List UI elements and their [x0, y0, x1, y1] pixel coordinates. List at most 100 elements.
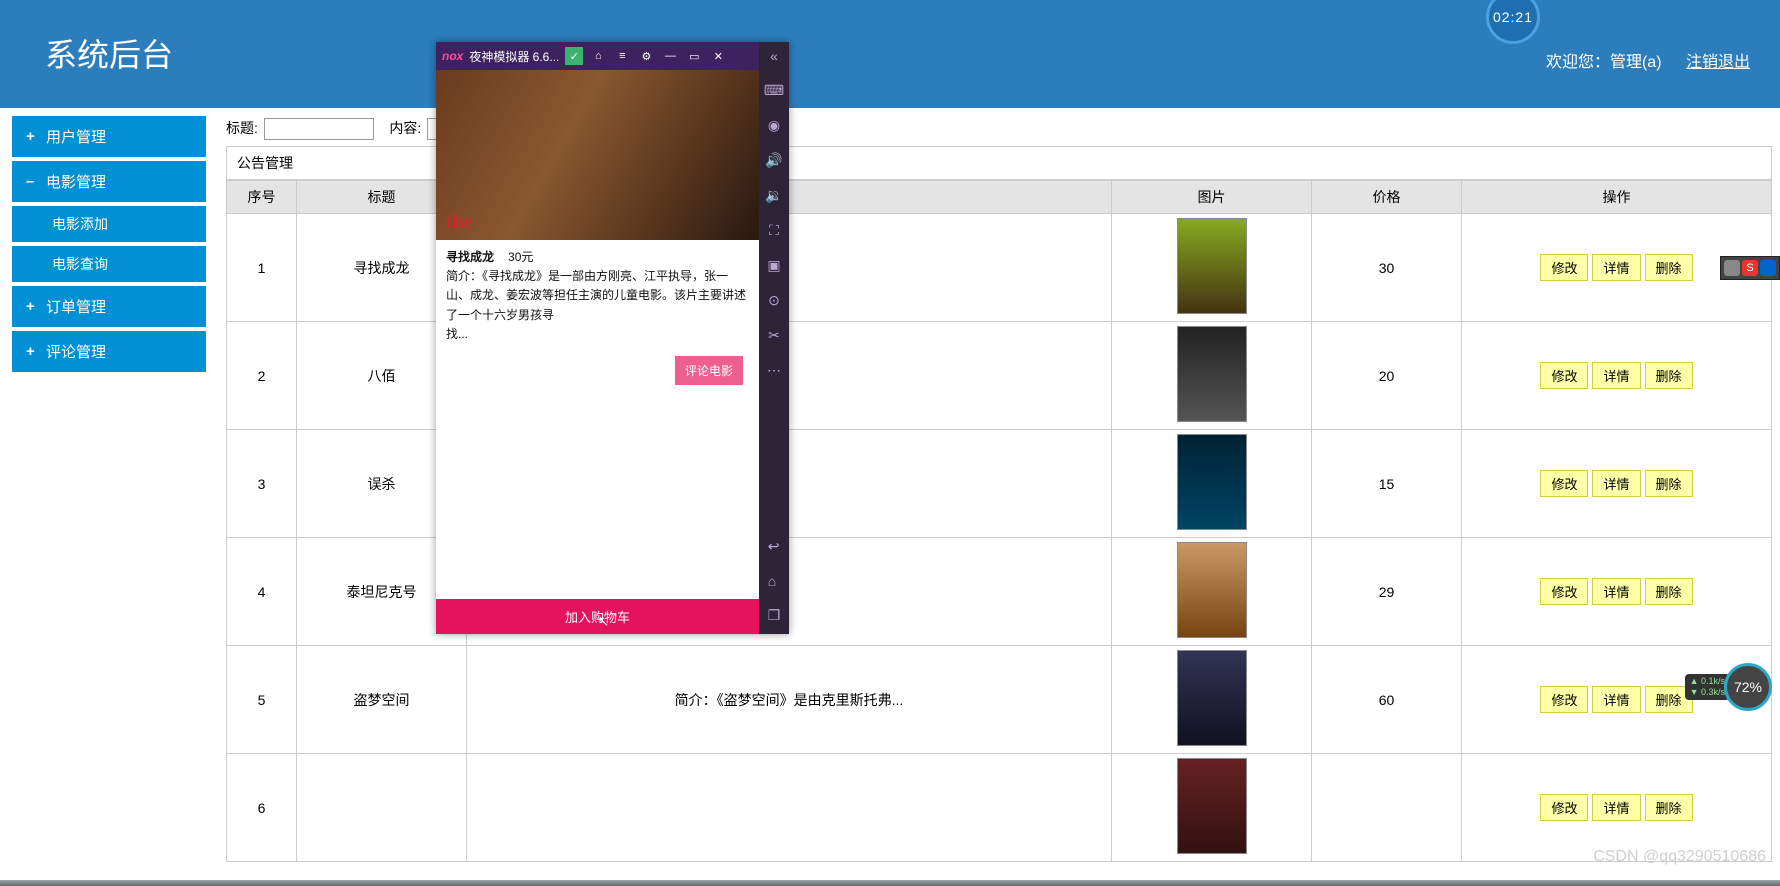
emulator-titlebar[interactable]: nox 夜神模拟器 6.6... ✓ ⌂ ≡ ⚙ — ▭ ✕	[436, 42, 759, 70]
edit-button[interactable]: 修改	[1540, 470, 1588, 497]
back-icon[interactable]: ↩	[768, 538, 781, 555]
edit-button[interactable]: 修改	[1540, 686, 1588, 713]
header: 系统后台 02:21 欢迎您：管理(a) 注销退出	[0, 0, 1780, 108]
cell-desc	[467, 754, 1112, 862]
welcome-text: 欢迎您：管理(a)	[1546, 54, 1662, 71]
detail-button[interactable]: 详情	[1592, 794, 1640, 821]
collapse-icon[interactable]: «	[770, 48, 778, 64]
edit-button[interactable]: 修改	[1540, 578, 1588, 605]
volume-up-icon[interactable]: 🔊	[765, 152, 782, 169]
fullscreen-icon[interactable]: ⛶	[769, 222, 779, 239]
movie-intro: 简介：《寻找成龙》是一部由方刚亮、江平执导，张一山、成龙、姜宏波等担任主演的儿童…	[446, 267, 749, 325]
movie-price: 30元	[508, 250, 533, 264]
taskbar[interactable]	[0, 880, 1780, 886]
cell-image	[1112, 538, 1312, 646]
cell-title	[297, 754, 467, 862]
ime-help-icon	[1760, 260, 1776, 276]
detail-button[interactable]: 详情	[1592, 362, 1640, 389]
delete-button[interactable]: 删除	[1645, 578, 1693, 605]
cell-image	[1112, 646, 1312, 754]
screenshot-icon[interactable]: ▣	[767, 257, 780, 274]
perf-percent: 72%	[1724, 663, 1772, 711]
col-price: 价格	[1312, 181, 1462, 214]
performance-widget[interactable]: ▲ 0.1k/s▼ 0.3k/s 72%	[1685, 663, 1772, 711]
cell-price: 15	[1312, 430, 1462, 538]
col-index: 序号	[227, 181, 297, 214]
cell-price: 29	[1312, 538, 1462, 646]
edit-button[interactable]: 修改	[1540, 254, 1588, 281]
volume-down-icon[interactable]: 🔉	[765, 187, 782, 204]
cell-image	[1112, 754, 1312, 862]
minimize-icon[interactable]: —	[661, 47, 679, 65]
col-image: 图片	[1112, 181, 1312, 214]
edit-button[interactable]: 修改	[1540, 362, 1588, 389]
add-to-cart-button[interactable]: 加入购物车 ↖	[436, 599, 759, 634]
sidebar-item-comments[interactable]: +评论管理	[12, 331, 206, 372]
record-icon[interactable]: ⊙	[768, 292, 780, 309]
sidebar-sub-query-movie[interactable]: 电影查询	[12, 246, 206, 282]
movie-title: 寻找成龙	[446, 250, 494, 264]
watermark: CSDN @qq3290510686	[1593, 848, 1766, 866]
cell-desc: 简介：《盗梦空间》是由克里斯托弗...	[467, 646, 1112, 754]
poster-image	[1177, 218, 1247, 314]
poster-image	[1177, 758, 1247, 854]
plus-icon: +	[26, 128, 38, 145]
cell-image	[1112, 214, 1312, 322]
cell-ops: 修改详情删除	[1462, 538, 1772, 646]
ime-s-icon: S	[1742, 260, 1758, 276]
emulator-toolbar: « ⌨ ◉ 🔊 🔉 ⛶ ▣ ⊙ ✂ ⋯ ↩ ⌂ ❐	[759, 42, 789, 634]
poster-image	[1177, 542, 1247, 638]
detail-button[interactable]: 详情	[1592, 686, 1640, 713]
menu-icon[interactable]: ≡	[613, 47, 631, 65]
minus-icon: –	[26, 173, 38, 190]
cell-index: 3	[227, 430, 297, 538]
sidebar-item-label: 用户管理	[46, 126, 106, 147]
cell-image	[1112, 430, 1312, 538]
header-right: 欢迎您：管理(a) 注销退出	[1546, 48, 1750, 72]
sidebar-item-users[interactable]: + 用户管理	[12, 116, 206, 157]
logout-link[interactable]: 注销退出	[1686, 54, 1750, 71]
sidebar-item-movies[interactable]: –电影管理	[12, 161, 206, 202]
home-icon[interactable]: ⌂	[589, 47, 607, 65]
sidebar-sub-add-movie[interactable]: 电影添加	[12, 206, 206, 242]
maximize-icon[interactable]: ▭	[685, 47, 703, 65]
ime-floater[interactable]: S	[1720, 256, 1780, 280]
filter-content-label: 内容:	[389, 120, 421, 136]
gear-icon[interactable]: ⚙	[637, 47, 655, 65]
keyboard-icon[interactable]: ⌨	[764, 82, 784, 99]
scissors-icon[interactable]: ✂	[768, 327, 780, 344]
sidebar: + 用户管理 –电影管理 电影添加 电影查询 +订单管理 +评论管理	[0, 108, 218, 862]
col-ops: 操作	[1462, 181, 1772, 214]
close-icon[interactable]: ✕	[709, 47, 727, 65]
hero-title-text: the	[446, 211, 473, 234]
detail-button[interactable]: 详情	[1592, 578, 1640, 605]
cursor-icon: ↖	[598, 613, 610, 630]
sidebar-item-orders[interactable]: +订单管理	[12, 286, 206, 327]
home-nav-icon[interactable]: ⌂	[768, 573, 781, 589]
delete-button[interactable]: 删除	[1645, 362, 1693, 389]
nox-logo: nox	[442, 49, 463, 63]
detail-button[interactable]: 详情	[1592, 470, 1640, 497]
cell-index: 1	[227, 214, 297, 322]
cell-index: 5	[227, 646, 297, 754]
cell-price: 60	[1312, 646, 1462, 754]
poster-image	[1177, 434, 1247, 530]
delete-button[interactable]: 删除	[1645, 470, 1693, 497]
review-movie-button[interactable]: 评论电影	[675, 356, 743, 385]
edit-button[interactable]: 修改	[1540, 794, 1588, 821]
more-icon[interactable]: ⋯	[767, 362, 781, 379]
detail-button[interactable]: 详情	[1592, 254, 1640, 281]
delete-button[interactable]: 删除	[1645, 254, 1693, 281]
cell-image	[1112, 322, 1312, 430]
sidebar-item-label: 评论管理	[46, 341, 106, 362]
location-icon[interactable]: ◉	[768, 117, 780, 134]
recents-icon[interactable]: ❐	[768, 607, 781, 624]
filter-title-input[interactable]	[264, 118, 374, 140]
delete-button[interactable]: 删除	[1645, 794, 1693, 821]
emulator-window: nox 夜神模拟器 6.6... ✓ ⌂ ≡ ⚙ — ▭ ✕ the 寻找成龙 3…	[436, 42, 789, 634]
ime-grid-icon	[1724, 260, 1740, 276]
emulator-title: 夜神模拟器 6.6...	[469, 48, 559, 65]
check-icon[interactable]: ✓	[565, 47, 583, 65]
cell-price: 30	[1312, 214, 1462, 322]
cell-ops: 修改详情删除	[1462, 322, 1772, 430]
